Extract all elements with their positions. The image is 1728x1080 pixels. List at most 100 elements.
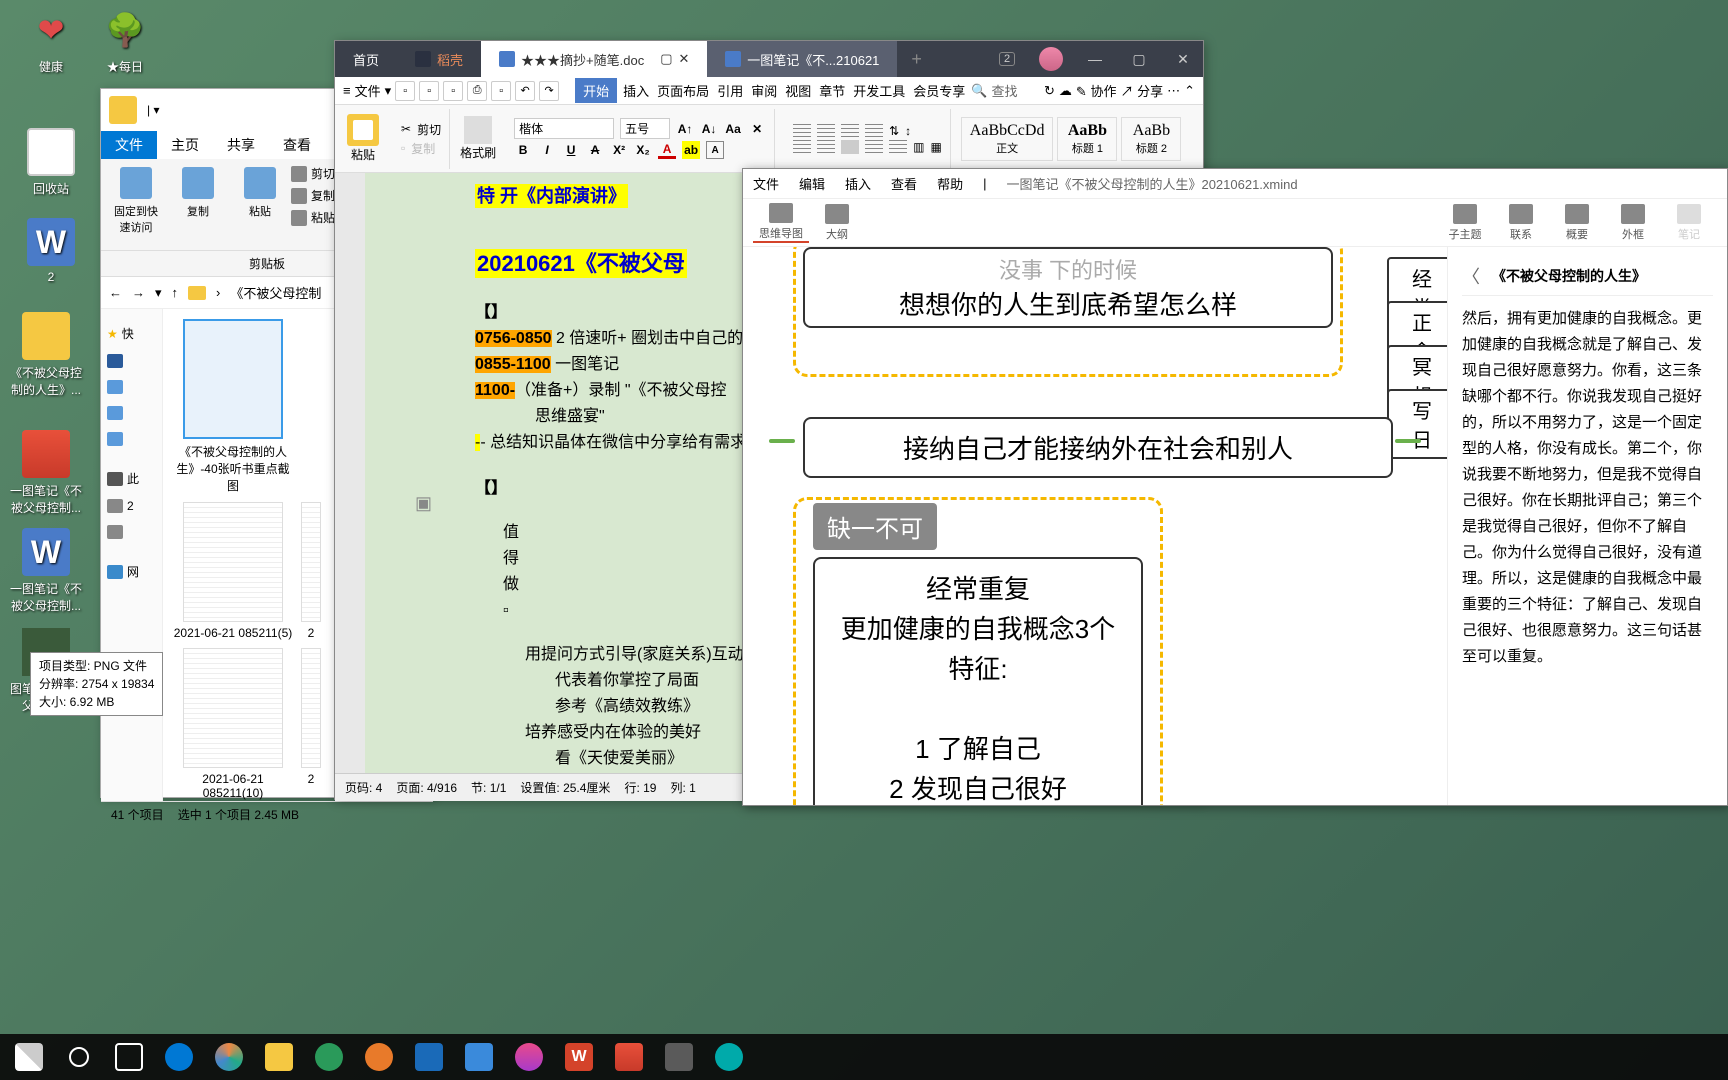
open-icon[interactable]: ▫ <box>419 81 439 101</box>
menu-file[interactable]: 文件 <box>753 174 779 193</box>
redo-icon[interactable]: ↷ <box>539 81 559 101</box>
shrink-font-icon[interactable]: A↓ <box>700 120 718 138</box>
tab-home[interactable]: 主页 <box>157 131 213 159</box>
status-position[interactable]: 设置值: 25.4厘米 <box>520 779 610 796</box>
file-item[interactable] <box>301 319 321 494</box>
find-box[interactable]: 🔍查找 <box>971 81 1017 100</box>
tab-home[interactable]: 首页 <box>335 41 397 77</box>
back-icon[interactable]: 〈 <box>1462 263 1480 289</box>
maximize-button[interactable]: ▢ <box>1119 41 1159 77</box>
file-item[interactable]: 《不被父母控制的人生》-40张听书重点截图 <box>173 319 293 494</box>
menu-start[interactable]: 开始 <box>575 78 617 103</box>
number-list-icon[interactable] <box>817 124 835 138</box>
menu-insert[interactable]: 插入 <box>621 78 651 103</box>
status-section[interactable]: 节: 1/1 <box>471 779 506 796</box>
tool-outline[interactable]: 大纲 <box>809 204 865 242</box>
copy-button[interactable]: ▫复制 <box>401 140 441 157</box>
tab-document[interactable]: 一图笔记《不...210621 <box>707 41 897 77</box>
undo-icon[interactable]: ↶ <box>515 81 535 101</box>
menu-section[interactable]: 章节 <box>817 78 847 103</box>
sidebar-network[interactable]: 网 <box>101 557 162 586</box>
close-button[interactable]: ✕ <box>1163 41 1203 77</box>
wps-titlebar[interactable]: 首页 稻壳 ★★★摘抄+随笔.doc▢✕ 一图笔记《不...210621 + 2… <box>335 41 1203 77</box>
align-center-icon[interactable] <box>817 140 835 154</box>
italic-button[interactable]: I <box>538 141 556 159</box>
taskbar-app[interactable] <box>154 1036 204 1078</box>
sync-icon[interactable]: ↻ <box>1044 83 1055 99</box>
taskbar-app[interactable] <box>354 1036 404 1078</box>
indent-icon[interactable] <box>865 124 883 138</box>
desktop-icon-wps[interactable]: W 一图笔记《不被父母控制... <box>6 528 86 614</box>
notes-text[interactable]: 然后，拥有更加健康的自我概念。更加健康的自我概念就是了解自己、发现自己很好愿意努… <box>1462 306 1713 670</box>
taskbar-app[interactable] <box>704 1036 754 1078</box>
menu-dev[interactable]: 开发工具 <box>851 78 907 103</box>
border-button[interactable]: ▦ <box>930 140 941 154</box>
taskbar-explorer[interactable] <box>254 1036 304 1078</box>
char-border-icon[interactable]: A <box>706 141 724 159</box>
underline-button[interactable]: U <box>562 141 580 159</box>
tool-notes[interactable]: 笔记 <box>1661 204 1717 242</box>
boundary-label[interactable]: 缺一不可 <box>813 503 937 550</box>
line-spacing-icon[interactable]: ↕ <box>905 124 911 138</box>
tab-share[interactable]: 共享 <box>213 131 269 159</box>
font-color-button[interactable]: A <box>658 141 676 159</box>
file-item[interactable]: 2 <box>301 648 321 800</box>
taskbar-chrome[interactable] <box>204 1036 254 1078</box>
start-button[interactable] <box>4 1036 54 1078</box>
distributed-icon[interactable] <box>889 140 907 154</box>
bold-button[interactable]: B <box>514 141 532 159</box>
collab-button[interactable]: ✎ 协作 <box>1076 81 1117 100</box>
align-left-icon[interactable] <box>793 140 811 154</box>
menu-edit[interactable]: 编辑 <box>799 174 825 193</box>
menu-ref[interactable]: 引用 <box>715 78 745 103</box>
taskbar-music[interactable] <box>504 1036 554 1078</box>
shading-button[interactable]: ▥ <box>913 140 924 154</box>
file-item[interactable]: 2 <box>301 502 321 640</box>
strike-button[interactable]: A <box>586 141 604 159</box>
superscript-button[interactable]: X² <box>610 141 628 159</box>
sidebar-quick[interactable]: ★快 <box>101 319 162 348</box>
mindmap-node[interactable]: 接纳自己才能接纳外在社会和别人 <box>803 417 1393 478</box>
size-select[interactable]: 五号 <box>620 118 670 139</box>
copy-button[interactable]: 复制 <box>173 163 223 246</box>
print-icon[interactable]: ⎙ <box>467 81 487 101</box>
tab-view[interactable]: 查看 <box>269 131 325 159</box>
status-row[interactable]: 行: 19 <box>624 779 656 796</box>
clear-format-icon[interactable]: ✕ <box>748 120 766 138</box>
sort-icon[interactable]: ⇅ <box>889 124 899 138</box>
style-normal[interactable]: AaBbCcDd正文 <box>961 117 1054 161</box>
mindmap-canvas[interactable]: 没事 下的时候 想想你的人生到底希望怎么样 经常 正念 冥想 写日 接纳自己才能… <box>743 247 1447 805</box>
minimize-button[interactable]: — <box>1075 41 1115 77</box>
align-justify-icon[interactable] <box>865 140 883 154</box>
bullet-list-icon[interactable] <box>793 124 811 138</box>
sidebar-this-pc[interactable]: 此 <box>101 464 162 493</box>
preview-icon[interactable]: ▫ <box>491 81 511 101</box>
share-button[interactable]: ↗ 分享 <box>1120 81 1163 100</box>
mindmap-subnode[interactable]: 写日 <box>1387 389 1447 459</box>
user-avatar[interactable] <box>1031 41 1071 77</box>
file-item[interactable]: 2021-06-21 085211(5) <box>173 502 293 640</box>
sidebar-item[interactable] <box>101 426 162 452</box>
tool-subtopic[interactable]: 子主题 <box>1437 204 1493 242</box>
desktop-icon-xmind[interactable]: 一图笔记《不被父母控制... <box>6 430 86 516</box>
subscript-button[interactable]: X₂ <box>634 141 652 159</box>
close-tab-icon[interactable]: ✕ <box>679 51 690 67</box>
mindmap-node[interactable]: 没事 下的时候 想想你的人生到底希望怎么样 <box>803 247 1333 328</box>
mindmap-node-big[interactable]: 经常重复 更加健康的自我概念3个特征: 1 了解自己 2 发现自己很好 <box>813 557 1143 805</box>
paste-button[interactable]: 粘贴 <box>343 114 383 163</box>
taskbar-app[interactable] <box>404 1036 454 1078</box>
style-heading1[interactable]: AaBb标题 1 <box>1057 117 1117 161</box>
menu-view[interactable]: 视图 <box>783 78 813 103</box>
menu-review[interactable]: 审阅 <box>749 78 779 103</box>
sidebar-drive[interactable] <box>101 519 162 545</box>
pin-button[interactable]: 固定到快速访问 <box>111 163 161 246</box>
status-page[interactable]: 页码: 4 <box>345 779 382 796</box>
sidebar-item[interactable] <box>101 348 162 374</box>
desktop-icon-folder[interactable]: 《不被父母控制的人生》... <box>6 312 86 398</box>
sidebar-drive[interactable]: 2 <box>101 493 162 519</box>
menu-view[interactable]: 查看 <box>891 174 917 193</box>
taskbar-app[interactable] <box>304 1036 354 1078</box>
status-pages[interactable]: 页面: 4/916 <box>396 779 457 796</box>
taskview-button[interactable] <box>104 1036 154 1078</box>
tab-add[interactable]: + <box>897 41 936 77</box>
